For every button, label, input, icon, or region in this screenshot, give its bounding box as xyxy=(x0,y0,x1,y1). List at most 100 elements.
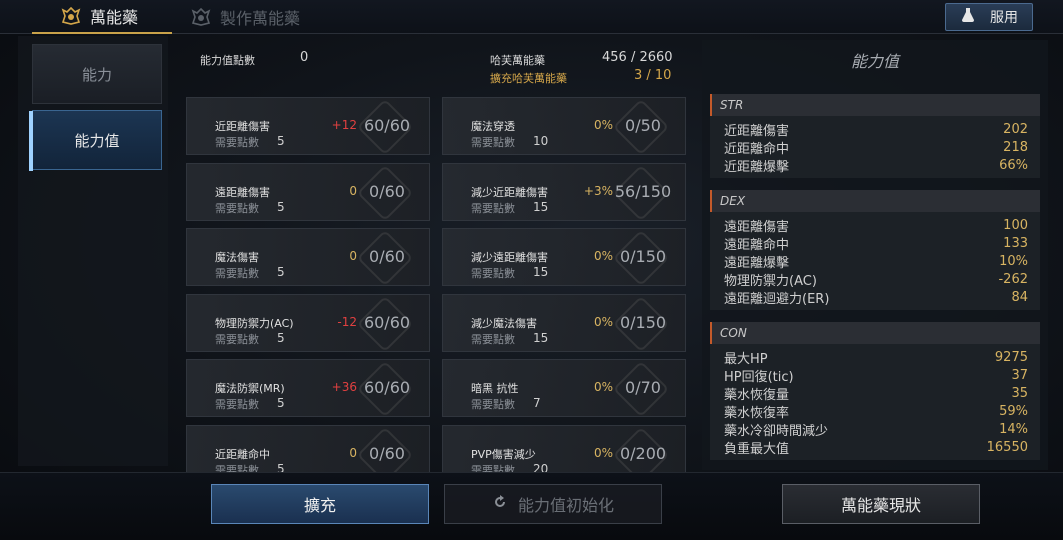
card-points: 60/60 xyxy=(363,312,411,332)
card-req-label: 需要點數 xyxy=(471,267,515,280)
card-bonus: 0% xyxy=(593,445,613,460)
stat-value: 133 xyxy=(1003,235,1028,251)
section-title: STR xyxy=(710,94,1040,116)
card-bonus: +12 xyxy=(331,118,357,132)
stat-label: 藥水恢復量 xyxy=(724,387,790,403)
card-points: 60/60 xyxy=(363,116,411,135)
stat-label: 遠距離命中 xyxy=(724,237,790,253)
stat-card[interactable]: 暗黑 抗性 需要點數 7 0% 0/70 xyxy=(442,359,686,418)
card-req-value: 10 xyxy=(533,134,549,148)
stats-panel: 能力值 STR 近距離傷害 202 近距離命中 218 近距離爆擊 66% DEX 遠距離傷害 1… xyxy=(702,40,1048,470)
nav-ability[interactable]: 能力 xyxy=(32,44,162,104)
reset-button[interactable]: 能力值初始化 xyxy=(444,484,662,524)
stat-label: 近距離命中 xyxy=(724,141,790,157)
card-req-value: 15 xyxy=(533,199,549,214)
expand-label: 擴充哈芙萬能藥 xyxy=(490,72,567,85)
stat-card[interactable]: 減少近距離傷害 需要點數 15 +3% 56/150 xyxy=(442,162,686,221)
tab-label: 製作萬能藥 xyxy=(220,9,301,28)
stat-section-con: CON 最大HP 9275 HP回復(tic) 37 藥水恢復量 35 藥水恢復率 59% 藥水冷… xyxy=(710,322,1040,460)
card-name: 魔法穿透 xyxy=(471,120,515,133)
card-bonus: 0 xyxy=(349,183,357,198)
stat-card[interactable]: 物理防禦力(AC) 需要點數 5 -12 60/60 xyxy=(186,293,430,352)
card-req-label: 需要點數 xyxy=(215,332,259,346)
tab-label: 萬能藥 xyxy=(90,8,139,27)
elixir-crest-icon xyxy=(60,5,82,27)
stat-row: 遠距離命中 133 xyxy=(710,234,1040,253)
card-points: 0/50 xyxy=(625,116,661,135)
card-bonus: -12 xyxy=(337,314,357,329)
stat-value: 10% xyxy=(999,253,1028,269)
stat-card[interactable]: 近距離傷害 需要點數 5 +12 60/60 xyxy=(186,97,430,156)
stat-section-str: STR 近距離傷害 202 近距離命中 218 近距離爆擊 66% xyxy=(710,94,1040,178)
stat-value: 35 xyxy=(1011,385,1028,401)
use-button-label: 服用 xyxy=(990,10,1018,26)
card-name: 近距離傷害 xyxy=(215,120,270,133)
card-req-label: 需要點數 xyxy=(471,332,515,346)
stat-row: HP回復(tic) 37 xyxy=(710,366,1040,385)
expand-button[interactable]: 擴充 xyxy=(211,484,429,524)
elixir-value: 456 / 2660 xyxy=(602,50,673,65)
elixir-status-button[interactable]: 萬能藥現狀 xyxy=(782,484,980,524)
card-req-label: 需要點數 xyxy=(215,136,259,149)
stat-row: 藥水冷卻時間減少 14% xyxy=(710,420,1040,439)
card-req-value: 5 xyxy=(277,265,285,279)
card-points: 0/60 xyxy=(369,443,405,463)
stat-row: 藥水恢復量 35 xyxy=(710,384,1040,403)
card-name: 減少魔法傷害 xyxy=(471,316,537,330)
card-points: 0/150 xyxy=(619,247,667,266)
card-points: 0/150 xyxy=(619,312,667,332)
stat-value: 37 xyxy=(1011,367,1028,383)
card-bonus: 0% xyxy=(593,118,613,132)
stat-value: 84 xyxy=(1011,289,1028,305)
card-name: 減少遠距離傷害 xyxy=(471,251,548,264)
stat-label: 遠距離爆擊 xyxy=(724,255,790,271)
nav-stats[interactable]: 能力值 xyxy=(29,110,162,171)
stat-row: 遠距離爆擊 10% xyxy=(710,252,1040,271)
stat-value: -262 xyxy=(998,271,1028,287)
section-title: DEX xyxy=(710,190,1040,212)
card-req-label: 需要點數 xyxy=(215,201,259,215)
panel-title: 能力值 xyxy=(850,52,899,71)
card-bonus: 0 xyxy=(349,249,357,263)
stat-card[interactable]: 魔法防禦(MR) 需要點數 5 +36 60/60 xyxy=(186,359,430,418)
card-req-value: 5 xyxy=(277,134,285,148)
points-label: 能力值點數 xyxy=(200,54,255,67)
card-bonus: 0% xyxy=(593,380,613,394)
stat-row: 近距離命中 218 xyxy=(710,138,1040,157)
card-req-value: 5 xyxy=(277,199,285,214)
stat-label: 負重最大值 xyxy=(724,441,790,457)
section-title: CON xyxy=(710,322,1040,344)
stat-label: 藥水冷卻時間減少 xyxy=(724,423,829,439)
card-bonus: 0% xyxy=(593,314,613,329)
stat-row: 最大HP 9275 xyxy=(710,348,1040,367)
card-bonus: 0% xyxy=(593,249,613,263)
flask-icon xyxy=(960,7,976,27)
top-bar: 萬能藥 製作萬能藥 服用 xyxy=(0,0,1063,34)
use-button[interactable]: 服用 xyxy=(945,3,1033,31)
card-name: 物理防禦力(AC) xyxy=(215,316,294,330)
stat-row: 近距離傷害 202 xyxy=(710,120,1040,139)
card-name: 減少近距離傷害 xyxy=(471,185,548,199)
reset-label: 能力值初始化 xyxy=(517,496,614,515)
card-req-value: 15 xyxy=(533,265,549,279)
tab-elixir[interactable]: 萬能藥 xyxy=(32,0,172,34)
craft-icon xyxy=(190,6,212,28)
card-req-value: 15 xyxy=(533,330,549,345)
stat-card[interactable]: 減少遠距離傷害 需要點數 15 0% 0/150 xyxy=(442,228,686,287)
card-name: 魔法傷害 xyxy=(215,251,259,264)
card-points: 0/60 xyxy=(369,247,405,266)
side-nav: 能力 能力值 xyxy=(18,36,168,466)
stat-card[interactable]: 減少魔法傷害 需要點數 15 0% 0/150 xyxy=(442,293,686,352)
card-name: PVP傷害減少 xyxy=(471,447,536,461)
card-name: 近距離命中 xyxy=(215,447,270,461)
stat-row: 負重最大值 16550 xyxy=(710,438,1040,457)
card-bonus: +3% xyxy=(583,183,613,198)
stat-card[interactable]: 遠距離傷害 需要點數 5 0 0/60 xyxy=(186,162,430,221)
card-req-label: 需要點數 xyxy=(471,398,515,411)
card-req-value: 5 xyxy=(277,396,285,410)
stat-card[interactable]: 魔法穿透 需要點數 10 0% 0/50 xyxy=(442,97,686,156)
tab-craft-elixir[interactable]: 製作萬能藥 xyxy=(190,0,300,34)
card-name: 魔法防禦(MR) xyxy=(215,382,285,395)
stat-card[interactable]: 魔法傷害 需要點數 5 0 0/60 xyxy=(186,228,430,287)
refresh-icon xyxy=(492,494,508,514)
